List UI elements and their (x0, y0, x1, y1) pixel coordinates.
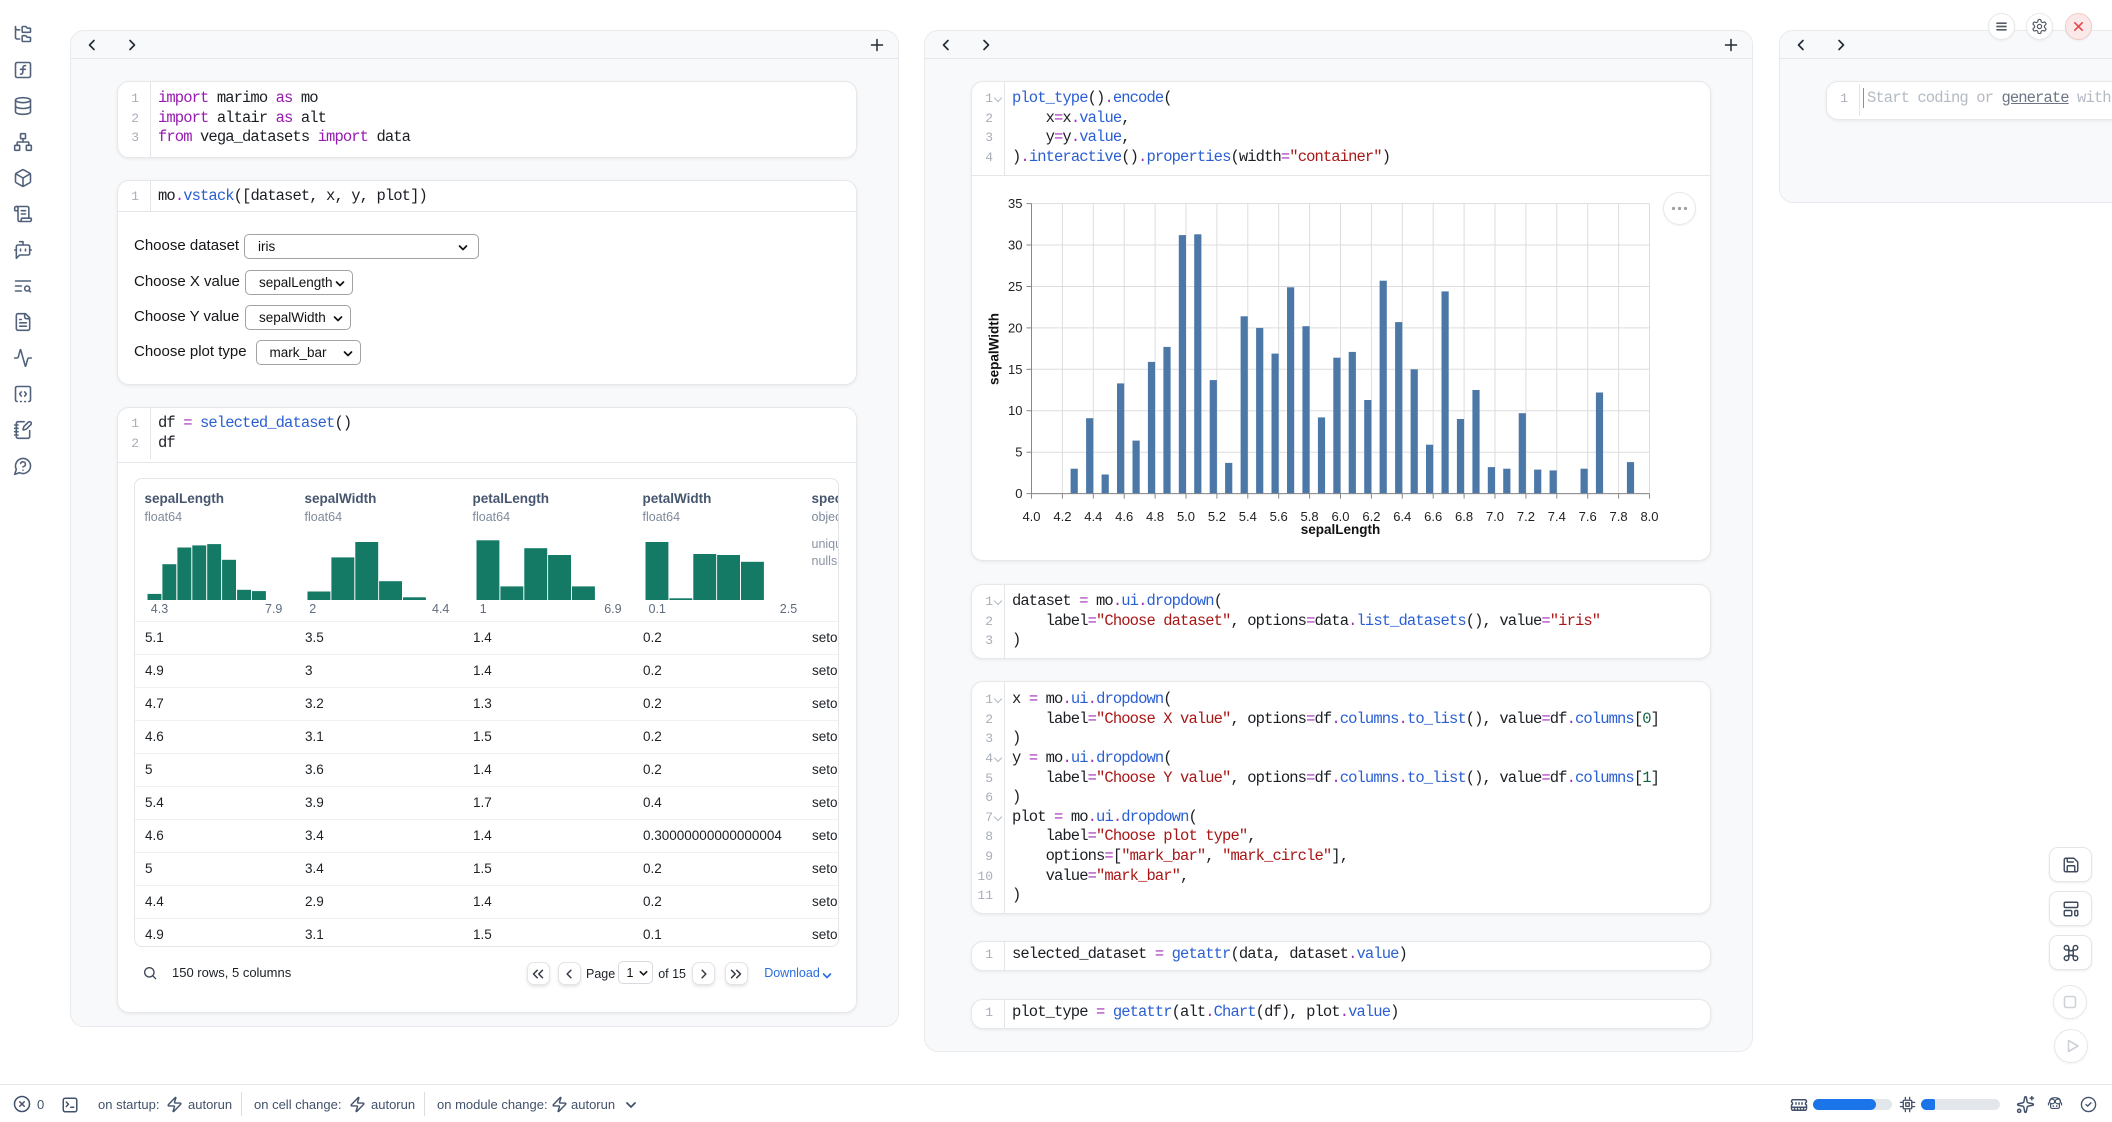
svg-text:15: 15 (1008, 362, 1022, 377)
svg-text:10: 10 (1008, 403, 1022, 418)
svg-text:30: 30 (1008, 237, 1022, 252)
svg-text:6.8: 6.8 (1455, 509, 1473, 524)
svg-text:4.6: 4.6 (1115, 509, 1133, 524)
svg-text:6.4: 6.4 (1393, 509, 1411, 524)
svg-text:35: 35 (1008, 196, 1022, 211)
svg-text:sepalLength: sepalLength (1300, 522, 1380, 537)
svg-text:sepalWidth: sepalWidth (986, 313, 1001, 385)
svg-text:5: 5 (1015, 445, 1022, 460)
svg-text:20: 20 (1008, 320, 1022, 335)
svg-text:7.0: 7.0 (1485, 509, 1503, 524)
svg-text:5.2: 5.2 (1207, 509, 1225, 524)
svg-text:7.2: 7.2 (1516, 509, 1534, 524)
svg-text:25: 25 (1008, 279, 1022, 294)
svg-text:5.0: 5.0 (1176, 509, 1194, 524)
svg-text:4.8: 4.8 (1146, 509, 1164, 524)
svg-text:5.6: 5.6 (1269, 509, 1287, 524)
svg-text:7.6: 7.6 (1578, 509, 1596, 524)
svg-text:7.4: 7.4 (1547, 509, 1565, 524)
svg-text:6.6: 6.6 (1424, 509, 1442, 524)
svg-text:4.0: 4.0 (1022, 509, 1040, 524)
svg-text:0: 0 (1015, 486, 1022, 501)
svg-text:4.2: 4.2 (1053, 509, 1071, 524)
svg-text:7.8: 7.8 (1609, 509, 1627, 524)
svg-text:5.4: 5.4 (1238, 509, 1256, 524)
svg-text:8.0: 8.0 (1640, 509, 1658, 524)
svg-text:4.4: 4.4 (1084, 509, 1102, 524)
